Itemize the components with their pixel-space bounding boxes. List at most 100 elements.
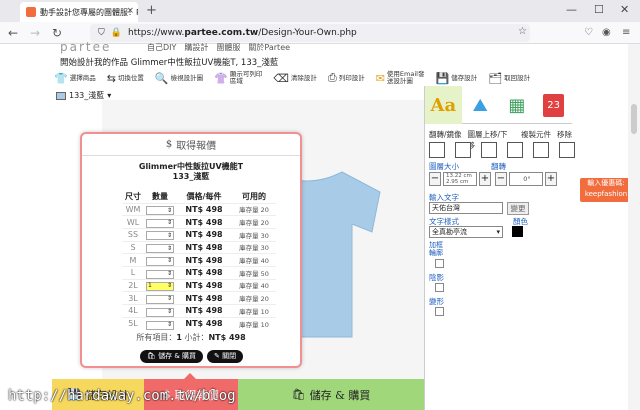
account-icon[interactable]: ◉ [602, 27, 611, 38]
properties-panel: Aa ⛰ ▦ 23 翻轉/鏡像 圖層上移/下移 複製元件 移除 圖層大小 翻轉 … [424, 86, 575, 410]
print-design-button[interactable]: ⎙ 列印設計 [328, 67, 373, 89]
browser-tab[interactable]: 動手設計您專屬的團體服！Partee × [20, 2, 138, 22]
qty-cell: ⇕ [144, 304, 176, 318]
stepper-icon: ⇕ [166, 231, 172, 239]
tab-close-icon[interactable]: × [126, 6, 134, 16]
quantity-input[interactable]: ⇕ [146, 294, 174, 304]
select-product-button[interactable]: 👕 選擇商品 [54, 67, 104, 89]
nav-item-about[interactable]: 關於Partee [248, 42, 290, 53]
clear-design-button[interactable]: ⌫ 清除設計 [273, 67, 325, 89]
layer-up-button[interactable] [481, 142, 497, 158]
table-row: M ⇕ NT$ 498 庫存量 40 [122, 253, 276, 267]
save-and-buy-button[interactable]: 🛍 儲存 & 購買 [140, 350, 204, 363]
mirror-button[interactable] [455, 142, 471, 158]
forward-icon[interactable]: → [30, 26, 40, 40]
remove-button[interactable] [559, 142, 575, 158]
tab-number[interactable]: 23 [535, 86, 572, 124]
promo-code-badge[interactable]: 輸入優惠碼: keepfashion [580, 178, 632, 202]
nav-item-diy[interactable]: 自己DIY [147, 42, 176, 53]
url-path: /Design-Your-Own.php [258, 28, 357, 38]
arc-checkbox[interactable] [435, 307, 444, 316]
price-cell: NT$ 498 [176, 253, 232, 267]
size-decrease-button[interactable]: − [429, 172, 441, 186]
size-increase-button[interactable]: + [479, 172, 491, 186]
col-price: 價格/每件 [186, 191, 222, 201]
text-color-swatch[interactable] [512, 226, 523, 237]
quantity-input[interactable]: ⇕ [146, 269, 174, 279]
duplicate-button[interactable] [533, 142, 549, 158]
maximize-button[interactable]: ☐ [594, 3, 604, 16]
quantity-input[interactable]: ⇕ [146, 206, 174, 216]
tshirt-outline-icon: 👚 [214, 71, 228, 85]
qty-cell: ⇕ [144, 291, 176, 305]
stock-cell: 庫存量 30 [232, 240, 276, 254]
eraser-icon: ⌫ [273, 71, 289, 85]
rotate-increase-button[interactable]: + [545, 172, 557, 186]
pencil-icon: ✎ [214, 352, 223, 360]
swap-icon: ⇆ [106, 71, 116, 85]
menu-icon[interactable]: ≡ [622, 27, 630, 38]
stepper-icon: ⇕ [166, 321, 172, 329]
stock-cell: 庫存量 40 [232, 278, 276, 292]
save-buy-bottom-button[interactable]: 🛍 儲存 & 購買 [238, 379, 424, 410]
pocket-icon[interactable]: ♡ [584, 27, 593, 38]
minimize-button[interactable]: — [566, 3, 577, 16]
shirt-icon: 👕 [54, 71, 68, 85]
scrollbar-thumb[interactable] [631, 104, 637, 134]
layer-down-button[interactable] [507, 142, 523, 158]
reload-icon[interactable]: ↻ [52, 26, 62, 40]
col-stock: 可用的 [242, 191, 266, 201]
nav-item-group-wear[interactable]: 團體服 [216, 42, 240, 53]
qty-cell: ⇕ [144, 316, 176, 330]
stepper-icon: ⇕ [166, 244, 172, 252]
shadow-label: 陰影 [429, 273, 444, 282]
size-cell: 2L [122, 278, 144, 292]
view-design-button[interactable]: 🔍 檢視設計圖 [155, 67, 211, 89]
bookmark-star-icon[interactable]: ☆ [518, 26, 527, 37]
rotate-value[interactable]: 0° [509, 172, 543, 186]
stepper-icon: ⇕ [166, 219, 172, 227]
close-modal-button[interactable]: ✎ 關閉 [207, 350, 244, 363]
table-row: 3L ⇕ NT$ 498 庫存量 20 [122, 291, 276, 305]
tab-image[interactable]: ⛰ [462, 86, 499, 124]
outline-checkbox[interactable] [435, 259, 444, 268]
folder-icon: 🗂 [488, 71, 503, 85]
text-input[interactable]: 天佑台灣 [429, 202, 503, 214]
qty-cell: ⇕ [144, 227, 176, 242]
change-text-button[interactable]: 變更 [507, 202, 529, 215]
font-select[interactable]: 全真勘亭流 ▾ [429, 226, 503, 238]
tab-clipart[interactable]: ▦ [499, 86, 536, 124]
chevron-down-icon: ▾ [107, 91, 112, 100]
close-window-button[interactable]: ✕ [620, 3, 629, 16]
back-icon[interactable]: ← [8, 26, 18, 40]
new-tab-button[interactable]: + [146, 3, 157, 18]
url-field[interactable]: ⛉ 🔒 https://www.partee.com.tw/Design-You… [90, 24, 530, 42]
quantity-input[interactable]: ⇕ [146, 244, 174, 254]
size-stepper: − 13.22 cm 2.95 cm + [429, 172, 491, 186]
flip-button[interactable] [429, 142, 445, 158]
size-rotate-labels: 圖層大小 翻轉 [429, 162, 506, 171]
shadow-checkbox[interactable] [435, 283, 444, 292]
tab-text[interactable]: Aa [425, 86, 462, 124]
page-scrollbar[interactable] [628, 44, 640, 410]
rotate-decrease-button[interactable]: − [495, 172, 507, 186]
quantity-input[interactable]: 1 ⇕ [146, 281, 174, 291]
nav-item-buy-design[interactable]: 購設計 [184, 42, 208, 53]
quantity-input[interactable]: ⇕ [146, 231, 174, 241]
stock-cell: 庫存量 20 [232, 215, 276, 229]
quantity-input[interactable]: ⇕ [146, 307, 174, 317]
table-row: WM ⇕ NT$ 498 庫存量 20 [122, 202, 276, 216]
arc-label: 變形 [429, 297, 444, 306]
quantity-input[interactable]: ⇕ [146, 320, 174, 330]
save-icon: 💾 [435, 71, 450, 85]
stepper-icon: ⇕ [166, 206, 172, 214]
switch-position-button[interactable]: ⇆ 切換位置 [107, 67, 152, 89]
size-cell: WL [122, 215, 144, 229]
quantity-input[interactable]: ⇕ [146, 256, 174, 266]
printable-area-button[interactable]: 👚 顯示可列印 區域 [214, 67, 270, 89]
quantity-input[interactable]: ⇕ [146, 218, 174, 228]
stock-cell: 庫存量 10 [232, 316, 276, 330]
size-value[interactable]: 13.22 cm 2.95 cm [443, 172, 477, 186]
size-cell: 4L [122, 304, 144, 318]
site-logo[interactable]: partee [60, 40, 111, 54]
